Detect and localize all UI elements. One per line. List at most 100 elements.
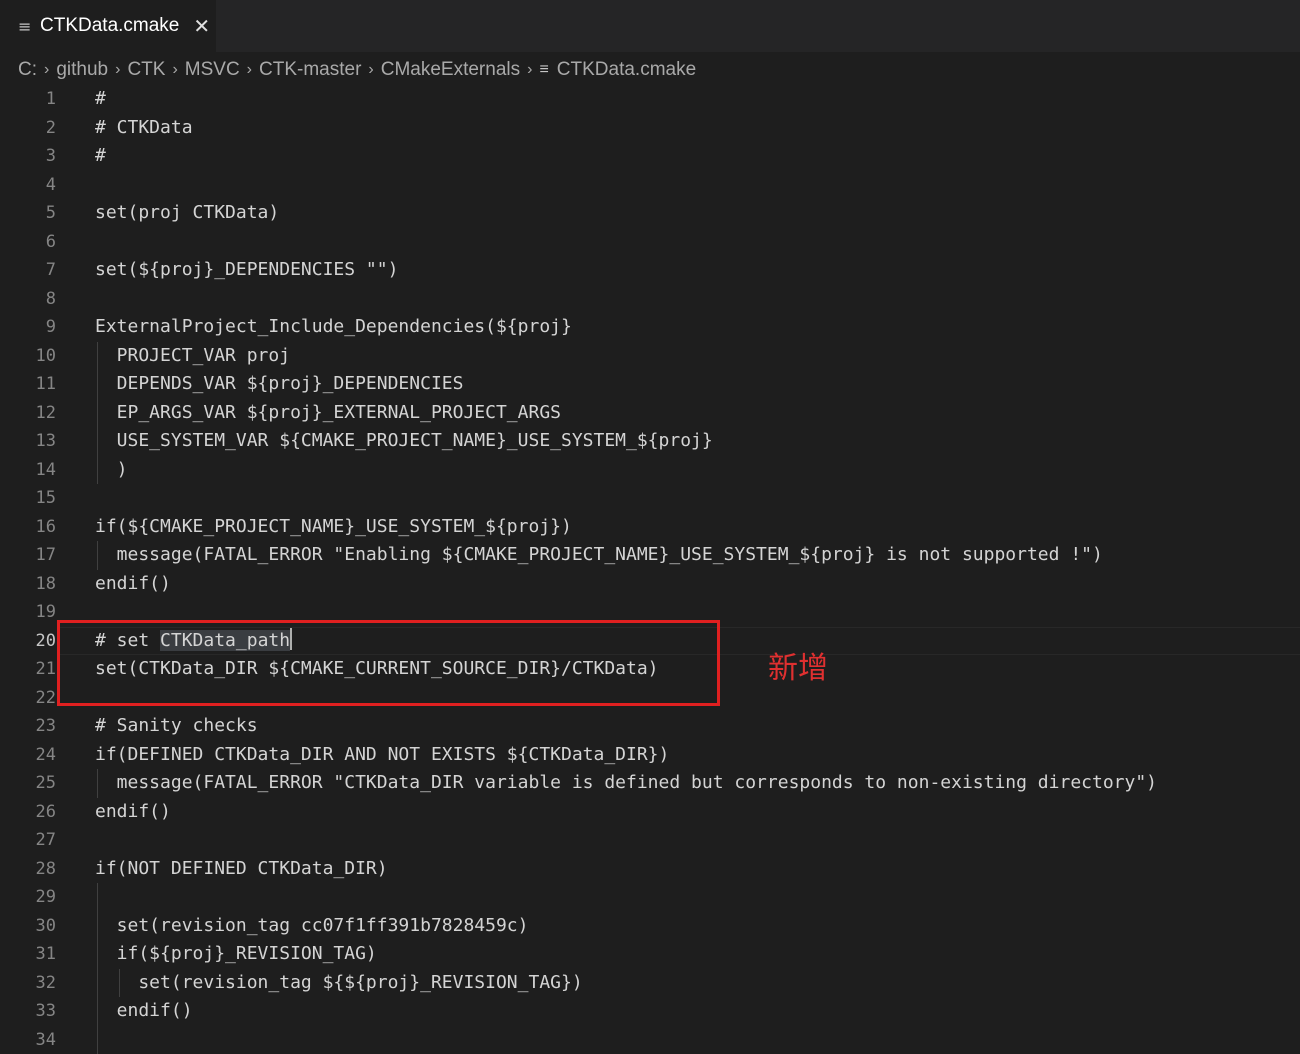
- code-line[interactable]: 13 USE_SYSTEM_VAR ${CMAKE_PROJECT_NAME}_…: [0, 427, 1300, 456]
- line-number: 3: [0, 142, 56, 171]
- line-number: 13: [0, 427, 56, 456]
- code-text: message(FATAL_ERROR "CTKData_DIR variabl…: [95, 769, 1157, 798]
- code-line[interactable]: 11 DEPENDS_VAR ${proj}_DEPENDENCIES: [0, 370, 1300, 399]
- code-line[interactable]: 26endif(): [0, 798, 1300, 827]
- code-line[interactable]: 10 PROJECT_VAR proj: [0, 342, 1300, 371]
- code-text: ExternalProject_Include_Dependencies(${p…: [95, 313, 572, 342]
- breadcrumb-item-ctk[interactable]: CTK: [127, 59, 165, 81]
- line-number: 31: [0, 940, 56, 969]
- code-line[interactable]: 27: [0, 826, 1300, 855]
- line-number: 11: [0, 370, 56, 399]
- file-lines-icon: ≡: [539, 61, 548, 79]
- breadcrumb-item-cmakeexternals[interactable]: CMakeExternals: [381, 59, 520, 81]
- line-number: 29: [0, 883, 56, 912]
- breadcrumb: C: › github › CTK › MSVC › CTK-master › …: [18, 56, 696, 84]
- code-line[interactable]: 16 if(${CMAKE_PROJECT_NAME}_USE_SYSTEM_${…: [0, 513, 1300, 542]
- code-text: endif(): [95, 997, 193, 1026]
- breadcrumb-item-github[interactable]: github: [56, 59, 108, 81]
- line-number: 27: [0, 826, 56, 855]
- code-line[interactable]: 2 # CTKData: [0, 114, 1300, 143]
- line-number: 16: [0, 513, 56, 542]
- close-icon[interactable]: ✕: [193, 14, 210, 38]
- line-number: 4: [0, 171, 56, 200]
- breadcrumb-item-file[interactable]: CTKData.cmake: [557, 59, 696, 81]
- code-line[interactable]: 25 message(FATAL_ERROR "CTKData_DIR vari…: [0, 769, 1300, 798]
- code-line[interactable]: 1#: [0, 85, 1300, 114]
- tab-label: CTKData.cmake: [40, 15, 179, 37]
- code-text: set(revision_tag cc07f1ff391b7828459c): [95, 912, 528, 941]
- code-text: set(${proj}_DEPENDENCIES ""): [95, 256, 398, 285]
- code-text: #: [95, 85, 106, 114]
- code-line[interactable]: 5 set(proj CTKData): [0, 199, 1300, 228]
- chevron-right-icon: ›: [247, 61, 252, 79]
- chevron-right-icon: ›: [115, 61, 120, 79]
- line-number: 2: [0, 114, 56, 143]
- code-line[interactable]: 34: [0, 1026, 1300, 1054]
- line-number: 32: [0, 969, 56, 998]
- line-number: 15: [0, 484, 56, 513]
- code-text: DEPENDS_VAR ${proj}_DEPENDENCIES: [95, 370, 463, 399]
- code-text: endif(): [95, 798, 171, 827]
- chevron-right-icon: ›: [44, 61, 49, 79]
- tab-bar: ≡ CTKData.cmake ✕: [0, 0, 1300, 52]
- line-number: 17: [0, 541, 56, 570]
- code-text: USE_SYSTEM_VAR ${CMAKE_PROJECT_NAME}_USE…: [95, 427, 713, 456]
- code-line[interactable]: 24 if(DEFINED CTKData_DIR AND NOT EXISTS …: [0, 741, 1300, 770]
- code-line[interactable]: 15: [0, 484, 1300, 513]
- line-number: 22: [0, 684, 56, 713]
- code-text: PROJECT_VAR proj: [95, 342, 290, 371]
- code-text: if(DEFINED CTKData_DIR AND NOT EXISTS ${…: [95, 741, 669, 770]
- code-line[interactable]: 31 if(${proj}_REVISION_TAG): [0, 940, 1300, 969]
- code-line[interactable]: 12 EP_ARGS_VAR ${proj}_EXTERNAL_PROJECT_…: [0, 399, 1300, 428]
- code-line[interactable]: 33 endif(): [0, 997, 1300, 1026]
- line-number: 12: [0, 399, 56, 428]
- code-line[interactable]: 23 # Sanity checks: [0, 712, 1300, 741]
- breadcrumb-item-msvc[interactable]: MSVC: [185, 59, 240, 81]
- code-line[interactable]: 8: [0, 285, 1300, 314]
- line-number: 18: [0, 570, 56, 599]
- code-text: ): [95, 456, 128, 485]
- line-number: 23: [0, 712, 56, 741]
- code-text: # CTKData: [95, 114, 193, 143]
- code-text: endif(): [95, 570, 171, 599]
- code-line[interactable]: 4: [0, 171, 1300, 200]
- chevron-right-icon: ›: [368, 61, 373, 79]
- code-line[interactable]: 30 set(revision_tag cc07f1ff391b7828459c…: [0, 912, 1300, 941]
- line-number: 20: [0, 627, 56, 656]
- annotation-box: [57, 620, 720, 706]
- code-line[interactable]: 3#: [0, 142, 1300, 171]
- line-number: 1: [0, 85, 56, 114]
- line-number: 19: [0, 598, 56, 627]
- code-text: EP_ARGS_VAR ${proj}_EXTERNAL_PROJECT_ARG…: [95, 399, 561, 428]
- code-line[interactable]: 17 message(FATAL_ERROR "Enabling ${CMAKE…: [0, 541, 1300, 570]
- line-number: 24: [0, 741, 56, 770]
- code-line[interactable]: 14 ): [0, 456, 1300, 485]
- code-line[interactable]: 28if(NOT DEFINED CTKData_DIR): [0, 855, 1300, 884]
- line-number: 5: [0, 199, 56, 228]
- code-text: message(FATAL_ERROR "Enabling ${CMAKE_PR…: [95, 541, 1103, 570]
- indent-guide: [97, 883, 98, 912]
- chevron-right-icon: ›: [527, 61, 532, 79]
- tab-ctkdata-cmake[interactable]: ≡ CTKData.cmake ✕: [0, 0, 216, 52]
- code-text: if(${CMAKE_PROJECT_NAME}_USE_SYSTEM_${pr…: [95, 513, 572, 542]
- line-number: 9: [0, 313, 56, 342]
- code-text: set(revision_tag ${${proj}_REVISION_TAG}…: [95, 969, 583, 998]
- code-line[interactable]: 6: [0, 228, 1300, 257]
- breadcrumb-item-ctk-master[interactable]: CTK-master: [259, 59, 361, 81]
- code-editor[interactable]: 1#2# CTKData3#45set(proj CTKData)67set($…: [0, 85, 1300, 1048]
- line-number: 7: [0, 256, 56, 285]
- code-line[interactable]: 29: [0, 883, 1300, 912]
- code-line[interactable]: 18 endif(): [0, 570, 1300, 599]
- indent-guide: [97, 1026, 98, 1054]
- annotation-label: 新增: [768, 643, 828, 687]
- code-text: set(proj CTKData): [95, 199, 279, 228]
- line-number: 25: [0, 769, 56, 798]
- line-number: 10: [0, 342, 56, 371]
- code-line[interactable]: 9 ExternalProject_Include_Dependencies(${…: [0, 313, 1300, 342]
- breadcrumb-item-drive[interactable]: C:: [18, 59, 37, 81]
- line-number: 8: [0, 285, 56, 314]
- code-line[interactable]: 32 set(revision_tag ${${proj}_REVISION_T…: [0, 969, 1300, 998]
- code-text: # Sanity checks: [95, 712, 258, 741]
- code-text: #: [95, 142, 106, 171]
- code-line[interactable]: 7 set(${proj}_DEPENDENCIES ""): [0, 256, 1300, 285]
